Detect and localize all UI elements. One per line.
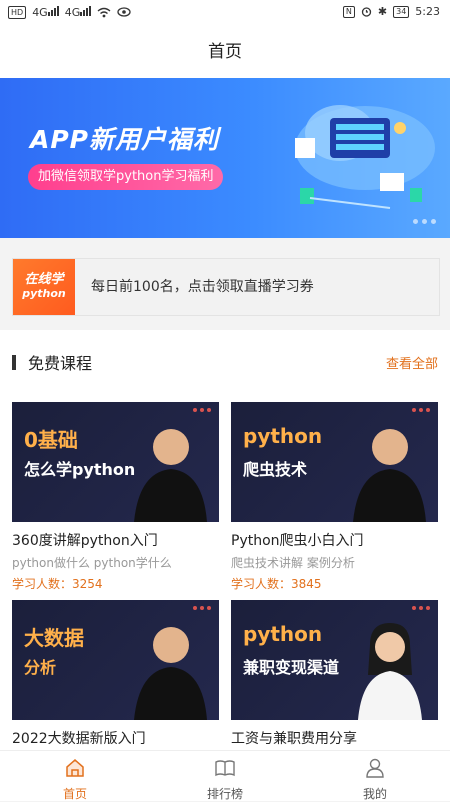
free-courses-section: 免费课程 查看全部 0基础 怎么学python 360度讲解python入门 p… (0, 330, 450, 750)
notice-text: 每日前100名，点击领取直播学习券 (91, 279, 314, 295)
tab-label: 我的 (362, 787, 387, 801)
course-thumbnail: 0基础 怎么学python (12, 402, 219, 522)
course-thumbnail: python 兼职变现渠道 (231, 600, 438, 720)
learner-count: 学习人数：3254 (12, 577, 103, 591)
course-name: 2022大数据新版入门 (12, 731, 146, 747)
banner-pager (413, 219, 436, 224)
python-logo: 在线学 python (13, 259, 75, 315)
course-card[interactable]: python 兼职变现渠道 工资与兼职费用分享 (231, 600, 438, 748)
bluetooth-icon: ✱ (377, 5, 388, 18)
bottom-tab-bar: 首页 排行榜 我的 (0, 750, 450, 801)
wifi-icon (97, 7, 111, 17)
view-all-link[interactable]: 查看全部 (386, 353, 438, 372)
course-card[interactable]: 大数据 分析 2022大数据新版入门 (12, 600, 219, 748)
tab-ranking[interactable]: 排行榜 (150, 751, 300, 801)
book-icon (215, 760, 235, 777)
section-title: 免费课程 (28, 354, 93, 373)
course-card[interactable]: python 爬虫技术 Python爬虫小白入门 爬虫技术讲解 案例分析 学习人… (231, 402, 438, 592)
course-thumbnail: 大数据 分析 (12, 600, 219, 720)
instructor-photo (353, 429, 426, 522)
nfc-icon: N (342, 5, 355, 18)
course-name: 工资与兼职费用分享 (231, 731, 357, 747)
instructor-photo (134, 429, 207, 522)
hd-badge: HD (8, 5, 27, 19)
instructor-photo (358, 623, 422, 720)
section-marker (12, 355, 16, 370)
tab-home[interactable]: 首页 (0, 751, 150, 801)
banner-title: APP新用户福利 (30, 125, 219, 154)
eye-icon (117, 7, 131, 17)
course-tags: python做什么 python学什么 (12, 556, 172, 570)
signal-4g-2: 4G (65, 5, 92, 19)
course-tags: 爬虫技术讲解 案例分析 (231, 556, 355, 570)
page-header: 首页 (0, 26, 450, 78)
tab-label: 首页 (62, 787, 87, 801)
cloud-server-illustration (295, 105, 435, 209)
status-bar: HD 4G 4G N ✱ 34 5:23 (0, 0, 450, 26)
live-coupon-notice[interactable]: 在线学 python 每日前100名，点击领取直播学习券 (12, 258, 440, 316)
promo-banner[interactable]: APP新用户福利 加微信领取学python学习福利 (0, 78, 450, 238)
banner-pill: 加微信领取学python学习福利 (28, 164, 224, 190)
battery-indicator: 34 (393, 5, 410, 18)
learner-count: 学习人数：3845 (231, 577, 322, 591)
user-icon (366, 758, 384, 778)
home-icon (66, 759, 84, 777)
instructor-photo (134, 627, 207, 720)
tab-profile[interactable]: 我的 (300, 751, 450, 801)
clock: 5:23 (415, 5, 440, 18)
course-name: Python爬虫小白入门 (231, 533, 364, 549)
alarm-icon (361, 7, 372, 17)
signal-4g-1: 4G (32, 5, 59, 19)
page-title: 首页 (208, 42, 242, 62)
course-thumbnail: python 爬虫技术 (231, 402, 438, 522)
course-name: 360度讲解python入门 (12, 533, 158, 549)
course-card[interactable]: 0基础 怎么学python 360度讲解python入门 python做什么 p… (12, 402, 219, 592)
tab-label: 排行榜 (206, 787, 243, 801)
